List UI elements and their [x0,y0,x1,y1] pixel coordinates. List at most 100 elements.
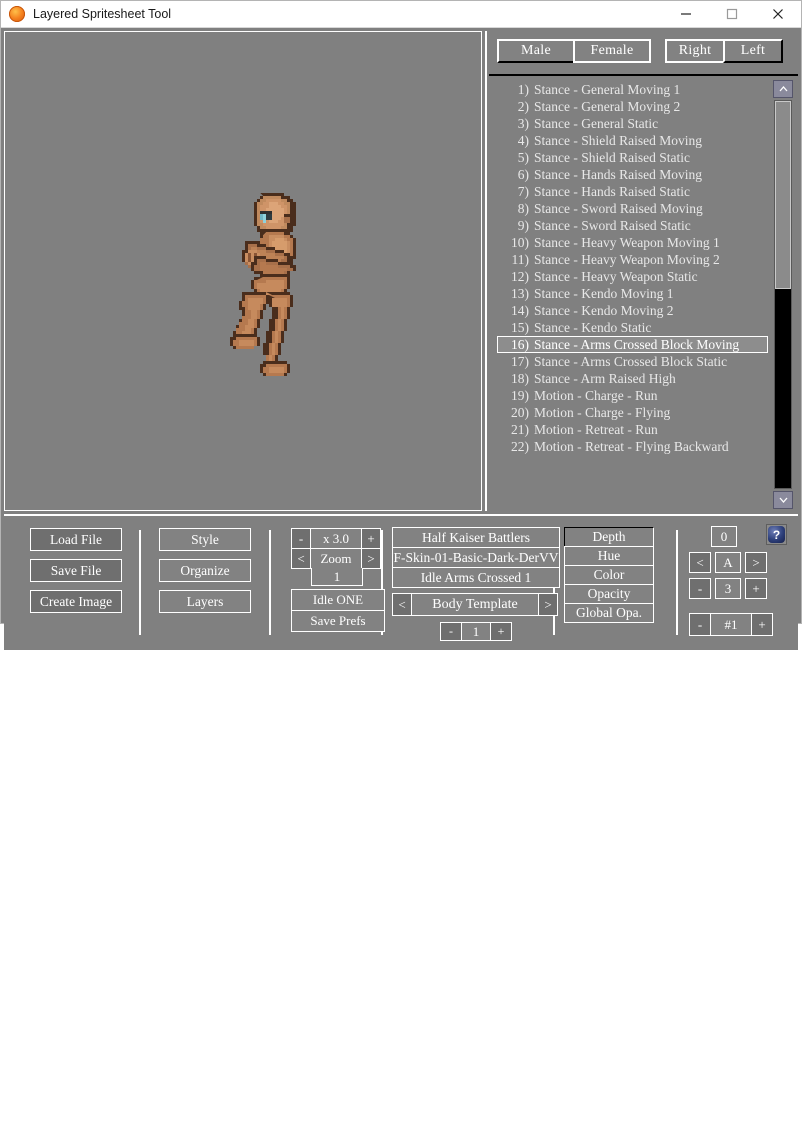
property-global-opacity-button[interactable]: Global Opa. [564,603,654,623]
facing-option-right[interactable]: Right [665,39,725,63]
list-item[interactable]: 4) Stance - Shield Raised Moving [489,132,774,149]
scrollbar-track[interactable] [774,100,792,489]
list-item[interactable]: 17) Stance - Arms Crossed Block Static [489,353,774,370]
chevron-down-icon[interactable] [773,491,793,509]
list-item[interactable]: 22) Motion - Retreat - Flying Backward [489,438,774,455]
list-item-label: Stance - Kendo Moving 2 [534,303,674,318]
list-item-label: Stance - Heavy Weapon Moving 1 [534,235,720,250]
list-item[interactable]: 13) Stance - Kendo Moving 1 [489,285,774,302]
create-image-button[interactable]: Create Image [30,590,122,613]
list-item[interactable]: 15) Stance - Kendo Static [489,319,774,336]
maximize-icon[interactable] [709,1,755,27]
main-body: Male Female Right Left 1) Stance - Genera… [1,28,801,1133]
body-template-next-button[interactable]: > [538,593,558,616]
property-hue-button[interactable]: Hue [564,546,654,566]
close-icon[interactable] [755,1,801,27]
numeric-decrease-button[interactable]: - [689,578,711,599]
list-item-label: Stance - Hands Raised Moving [534,167,702,182]
animation-list[interactable]: 1) Stance - General Moving 1 2) Stance - Ge… [489,78,798,511]
list-item[interactable]: 16) Stance - Arms Crossed Block Moving [497,336,768,353]
list-item[interactable]: 10) Stance - Heavy Weapon Moving 1 [489,234,774,251]
minimize-icon[interactable] [663,1,709,27]
list-item-label: Stance - Hands Raised Static [534,184,690,199]
property-depth-button[interactable]: Depth [564,527,654,547]
list-item-number: 18) [511,371,529,386]
zoom-scale-value: x 3.0 [310,528,362,549]
load-file-button[interactable]: Load File [30,528,122,551]
list-item-number: 20) [511,405,529,420]
numeric-prev-button[interactable]: < [689,552,711,573]
list-item-number: 17) [511,354,529,369]
app-window: Layered Spritesheet Tool Male Female Rig… [0,0,802,1133]
layer-increase-button[interactable]: + [751,613,773,636]
zoom-control-group: - x 3.0 + < Zoom > 1 Idle ONE Save Prefs [291,528,385,632]
list-item[interactable]: 3) Stance - General Static [489,115,774,132]
numeric-next-button[interactable]: > [745,552,767,573]
help-button[interactable]: ? [766,524,787,545]
style-button[interactable]: Style [159,528,251,551]
template-increase-button[interactable]: + [490,622,512,641]
list-item[interactable]: 5) Stance - Shield Raised Static [489,149,774,166]
zoom-decrease-button[interactable]: - [291,528,311,549]
list-item[interactable]: 14) Stance - Kendo Moving 2 [489,302,774,319]
save-file-button[interactable]: Save File [30,559,122,582]
list-item-number: 5) [517,150,529,165]
gender-selector: Male Female [497,39,651,63]
list-item-number: 19) [511,388,529,403]
list-item[interactable]: 8) Stance - Sword Raised Moving [489,200,774,217]
list-item-number: 22) [511,439,529,454]
numeric-mid-value: 3 [715,578,741,599]
character-sprite [230,193,296,376]
sprite-wrapper [5,32,481,510]
numeric-top-row: 0 [689,526,773,547]
list-item[interactable]: 18) Stance - Arm Raised High [489,370,774,387]
body-template-label[interactable]: Body Template [411,593,539,616]
asset-set-name[interactable]: Half Kaiser Battlers [392,527,560,548]
list-item[interactable]: 1) Stance - General Moving 1 [489,81,774,98]
body-template-prev-button[interactable]: < [392,593,412,616]
asset-skin-name[interactable]: F-Skin-01-Basic-Dark-DerVV [392,547,560,568]
gender-option-female[interactable]: Female [573,39,651,63]
list-item-label: Stance - General Static [534,116,659,131]
sun-orange-icon [9,6,25,22]
list-item[interactable]: 21) Motion - Retreat - Run [489,421,774,438]
list-item-label: Stance - Arms Crossed Block Moving [534,337,740,352]
numeric-increase-button[interactable]: + [745,578,767,599]
list-item-number: 1) [517,82,529,97]
list-item[interactable]: 20) Motion - Charge - Flying [489,404,774,421]
list-item[interactable]: 12) Stance - Heavy Weapon Static [489,268,774,285]
sprite-preview-canvas[interactable] [4,31,482,511]
layer-decrease-button[interactable]: - [689,613,711,636]
list-item-label: Motion - Retreat - Flying Backward [534,439,729,454]
list-item[interactable]: 6) Stance - Hands Raised Moving [489,166,774,183]
asset-pose-name[interactable]: Idle Arms Crossed 1 [392,567,560,588]
zoom-increase-button[interactable]: + [361,528,381,549]
list-item[interactable]: 19) Motion - Charge - Run [489,387,774,404]
toolbar-divider-1 [139,530,141,635]
list-item-number: 2) [517,99,529,114]
chevron-up-icon[interactable] [773,80,793,98]
list-item-number: 14) [511,303,529,318]
layers-button[interactable]: Layers [159,590,251,613]
property-opacity-button[interactable]: Opacity [564,584,654,604]
template-decrease-button[interactable]: - [440,622,462,641]
zoom-next-button[interactable]: > [361,548,381,569]
animation-list-scrollbar[interactable] [773,80,795,509]
list-item[interactable]: 11) Stance - Heavy Weapon Moving 2 [489,251,774,268]
save-prefs-button[interactable]: Save Prefs [291,610,385,632]
numeric-value-row: - 3 + [689,578,773,599]
organize-button[interactable]: Organize [159,559,251,582]
idle-one-button[interactable]: Idle ONE [291,589,385,611]
facing-option-left[interactable]: Left [723,39,783,63]
gender-option-male[interactable]: Male [497,39,575,63]
list-item-number: 4) [517,133,529,148]
scrollbar-thumb[interactable] [775,101,791,289]
list-item[interactable]: 2) Stance - General Moving 2 [489,98,774,115]
list-item-label: Motion - Retreat - Run [534,422,658,437]
property-color-button[interactable]: Color [564,565,654,585]
list-item[interactable]: 7) Stance - Hands Raised Static [489,183,774,200]
zoom-prev-button[interactable]: < [291,548,311,569]
list-item-label: Stance - Kendo Static [534,320,652,335]
list-item[interactable]: 9) Stance - Sword Raised Static [489,217,774,234]
facing-selector: Right Left [665,39,783,63]
